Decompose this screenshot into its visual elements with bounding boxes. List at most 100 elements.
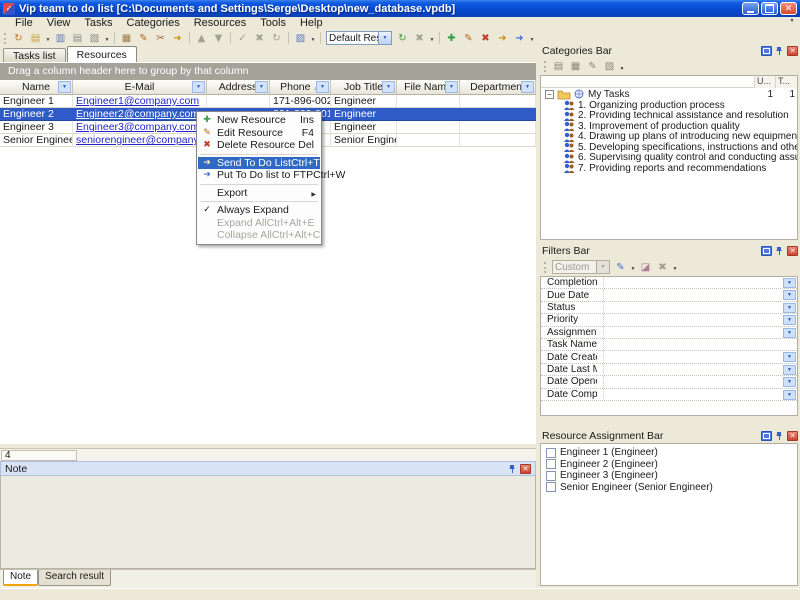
apply-filter-button[interactable]: ✎: [612, 260, 629, 275]
menu-item-edit-resource[interactable]: Edit Resource F4: [198, 127, 320, 140]
new-resource-button[interactable]: [443, 31, 460, 46]
assignment-minimize-icon[interactable]: [761, 431, 772, 441]
email-link[interactable]: Engineer1@company.com: [76, 95, 199, 107]
menu-item-export[interactable]: Export: [198, 187, 320, 200]
menu-file[interactable]: File: [8, 17, 40, 30]
checkbox[interactable]: [546, 471, 556, 481]
column-header-name[interactable]: Name: [0, 80, 73, 95]
checkbox[interactable]: [546, 482, 556, 492]
filter-dropdown-icon[interactable]: [783, 365, 796, 375]
resource-group-overflow-icon[interactable]: [428, 32, 436, 44]
filter-preset-combo[interactable]: Custom: [552, 260, 610, 274]
tree-root-my-tasks[interactable]: − My Tasks 1 1: [541, 88, 797, 100]
column-header-phone[interactable]: Phone△: [270, 80, 331, 95]
cancel-task-button[interactable]: ✖: [251, 31, 268, 46]
file-name-filter-icon[interactable]: [445, 81, 458, 93]
reports-button[interactable]: ▨: [292, 31, 309, 46]
new-subcategory-button[interactable]: ▦: [567, 59, 584, 74]
delete-resource-button[interactable]: [477, 31, 494, 46]
name-filter-icon[interactable]: [58, 81, 71, 93]
refresh-task-button[interactable]: ↻: [268, 31, 285, 46]
send-task-button[interactable]: ➜: [169, 31, 186, 46]
filter-dropdown-icon[interactable]: [783, 352, 796, 362]
filter-dropdown-icon[interactable]: [783, 278, 796, 288]
move-up-button[interactable]: ▲: [193, 31, 210, 46]
send-todo-button[interactable]: [494, 31, 511, 46]
note-content[interactable]: [0, 476, 536, 569]
email-link[interactable]: seniorengineer@company.com: [76, 134, 207, 146]
column-header-department[interactable]: Department: [460, 80, 536, 95]
menu-item-new-resource[interactable]: New Resource Ins: [198, 114, 320, 127]
resource-toolbar-overflow-icon[interactable]: [528, 32, 536, 44]
column-t[interactable]: T...: [775, 76, 797, 88]
filters-toolbar-overflow-icon[interactable]: [671, 261, 679, 273]
department-filter-icon[interactable]: [521, 81, 534, 93]
filter-dropdown-icon[interactable]: [783, 377, 796, 387]
menu-item-put-to-ftp[interactable]: Put To Do list to FTP Ctrl+W: [198, 169, 320, 182]
column-u[interactable]: U...: [754, 76, 775, 88]
menu-item-expand-all[interactable]: Expand All Ctrl+Alt+E: [198, 217, 320, 230]
open-database-button[interactable]: ▤: [27, 31, 44, 46]
category-item[interactable]: 3. Improvement of production quality: [541, 121, 797, 132]
menu-categories[interactable]: Categories: [120, 17, 187, 30]
email-filter-icon[interactable]: [192, 81, 205, 93]
reports-dropdown-icon[interactable]: [309, 32, 317, 44]
menu-item-delete-resource[interactable]: Delete Resource Del: [198, 139, 320, 152]
clear-filter-button[interactable]: ◪: [637, 260, 654, 275]
pin-icon[interactable]: [775, 431, 784, 441]
file-group-overflow-icon[interactable]: [103, 32, 111, 44]
filter-dropdown-icon[interactable]: [783, 390, 796, 400]
table-row[interactable]: Engineer 1 Engineer1@company.com 171-896…: [0, 95, 536, 108]
email-link[interactable]: Engineer3@company.com: [76, 121, 199, 133]
delete-category-button[interactable]: ▧: [601, 59, 618, 74]
filter-dropdown-icon[interactable]: [783, 328, 796, 338]
category-item[interactable]: 4. Drawing up plans of introducing new e…: [541, 132, 797, 143]
tab-search-result[interactable]: Search result: [38, 570, 111, 586]
apply-filter-dropdown-icon[interactable]: [629, 261, 637, 273]
default-resource-dropdown-icon[interactable]: [378, 32, 391, 44]
new-category-button[interactable]: ▤: [550, 59, 567, 74]
delete-filter-button[interactable]: ✖: [654, 260, 671, 275]
tab-note[interactable]: Note: [3, 570, 38, 586]
column-header-email[interactable]: E-Mail: [73, 80, 207, 95]
default-resource-combo[interactable]: Default Resou: [326, 31, 392, 45]
tab-tasks-list[interactable]: Tasks list: [3, 48, 66, 62]
print-button[interactable]: ▤: [69, 31, 86, 46]
pin-icon[interactable]: [775, 46, 784, 56]
checkbox[interactable]: [546, 459, 556, 469]
categories-minimize-icon[interactable]: [761, 46, 772, 56]
menu-item-send-to-do-list[interactable]: Send To Do List Ctrl+T: [198, 157, 320, 170]
categories-close-icon[interactable]: [787, 46, 798, 56]
column-header-job-title[interactable]: Job Title: [331, 80, 397, 95]
phone-filter-icon[interactable]: [316, 81, 329, 93]
menu-view[interactable]: View: [40, 17, 78, 30]
filters-close-icon[interactable]: [787, 246, 798, 256]
filter-preset-dropdown-icon[interactable]: [596, 261, 609, 273]
new-task-button[interactable]: ▦: [118, 31, 135, 46]
toolbar-grip[interactable]: [4, 33, 7, 44]
toolbar-grip[interactable]: [544, 262, 547, 273]
apply-resource-button[interactable]: ↻: [394, 31, 411, 46]
job-title-filter-icon[interactable]: [382, 81, 395, 93]
ftp-button[interactable]: [511, 31, 528, 46]
column-header-file-name[interactable]: File Name: [397, 80, 460, 95]
toolbar-grip[interactable]: [544, 61, 547, 72]
clear-resource-button[interactable]: ✖: [411, 31, 428, 46]
new-database-button[interactable]: ↻: [10, 31, 27, 46]
tab-resources[interactable]: Resources: [67, 46, 137, 62]
save-button[interactable]: ▥: [52, 31, 69, 46]
menu-item-collapse-all[interactable]: Collapse All Ctrl+Alt+C: [198, 229, 320, 242]
pin-icon[interactable]: [775, 246, 784, 256]
checkbox[interactable]: [546, 448, 556, 458]
move-down-button[interactable]: ▼: [210, 31, 227, 46]
filter-dropdown-icon[interactable]: [783, 315, 796, 325]
email-link[interactable]: Engineer2@company.com: [76, 108, 199, 120]
category-item[interactable]: 5. Developing specifications, instructio…: [541, 142, 797, 153]
pin-icon[interactable]: [508, 464, 517, 474]
column-header-address[interactable]: Address: [207, 80, 270, 95]
print-preview-button[interactable]: ▧: [86, 31, 103, 46]
menu-tools[interactable]: Tools: [253, 17, 293, 30]
menu-item-always-expand[interactable]: Always Expand: [198, 204, 320, 217]
complete-task-button[interactable]: ✓: [234, 31, 251, 46]
menubar-overflow-icon[interactable]: [788, 17, 796, 24]
